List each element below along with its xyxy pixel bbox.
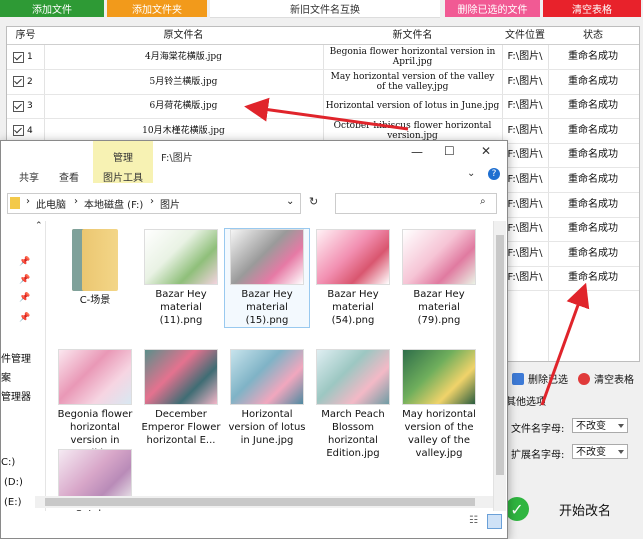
arrow-to-original-name (244, 97, 409, 131)
annotation-arrows (244, 97, 590, 406)
arrow-to-status (540, 282, 590, 406)
